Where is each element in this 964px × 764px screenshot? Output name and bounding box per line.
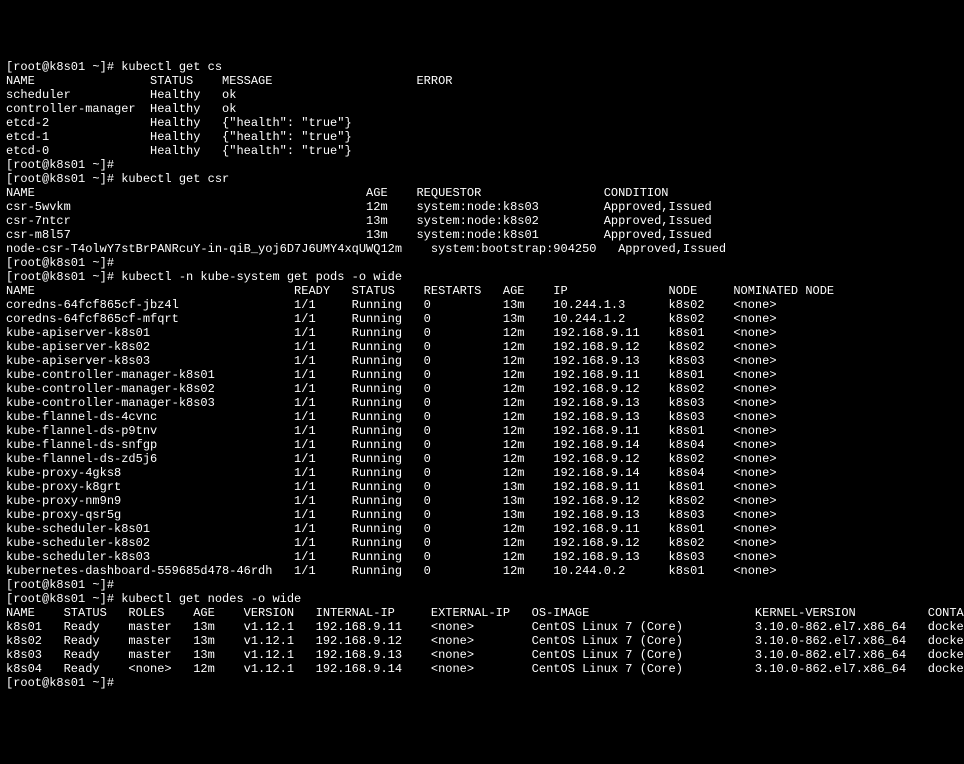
terminal-line: etcd-1 Healthy {"health": "true"} <box>6 130 958 144</box>
terminal-line: kube-apiserver-k8s01 1/1 Running 0 12m 1… <box>6 326 958 340</box>
terminal-line: controller-manager Healthy ok <box>6 102 958 116</box>
terminal-line: scheduler Healthy ok <box>6 88 958 102</box>
terminal-output[interactable]: [root@k8s01 ~]# kubectl get csNAME STATU… <box>6 60 958 690</box>
terminal-line: [root@k8s01 ~]# kubectl get cs <box>6 60 958 74</box>
terminal-line: coredns-64fcf865cf-jbz4l 1/1 Running 0 1… <box>6 298 958 312</box>
terminal-line: NAME STATUS ROLES AGE VERSION INTERNAL-I… <box>6 606 958 620</box>
terminal-line: [root@k8s01 ~]# <box>6 256 958 270</box>
terminal-line: [root@k8s01 ~]# kubectl -n kube-system g… <box>6 270 958 284</box>
terminal-line: kube-scheduler-k8s02 1/1 Running 0 12m 1… <box>6 536 958 550</box>
terminal-line: NAME STATUS MESSAGE ERROR <box>6 74 958 88</box>
terminal-line: kube-controller-manager-k8s02 1/1 Runnin… <box>6 382 958 396</box>
terminal-line: kube-controller-manager-k8s01 1/1 Runnin… <box>6 368 958 382</box>
terminal-line: csr-5wvkm 12m system:node:k8s03 Approved… <box>6 200 958 214</box>
terminal-line: csr-m8l57 13m system:node:k8s01 Approved… <box>6 228 958 242</box>
terminal-line: kube-scheduler-k8s03 1/1 Running 0 12m 1… <box>6 550 958 564</box>
terminal-line: NAME AGE REQUESTOR CONDITION <box>6 186 958 200</box>
terminal-line: [root@k8s01 ~]# <box>6 578 958 592</box>
terminal-line: kube-proxy-nm9n9 1/1 Running 0 13m 192.1… <box>6 494 958 508</box>
terminal-line: k8s03 Ready master 13m v1.12.1 192.168.9… <box>6 648 958 662</box>
terminal-line: kube-flannel-ds-snfgp 1/1 Running 0 12m … <box>6 438 958 452</box>
terminal-line: kubernetes-dashboard-559685d478-46rdh 1/… <box>6 564 958 578</box>
terminal-line: [root@k8s01 ~]# kubectl get csr <box>6 172 958 186</box>
terminal-line: csr-7ntcr 13m system:node:k8s02 Approved… <box>6 214 958 228</box>
terminal-line: k8s04 Ready <none> 12m v1.12.1 192.168.9… <box>6 662 958 676</box>
terminal-line: NAME READY STATUS RESTARTS AGE IP NODE N… <box>6 284 958 298</box>
terminal-line: kube-scheduler-k8s01 1/1 Running 0 12m 1… <box>6 522 958 536</box>
terminal-line: kube-apiserver-k8s03 1/1 Running 0 12m 1… <box>6 354 958 368</box>
terminal-line: k8s01 Ready master 13m v1.12.1 192.168.9… <box>6 620 958 634</box>
terminal-line: kube-flannel-ds-zd5j6 1/1 Running 0 12m … <box>6 452 958 466</box>
terminal-line: kube-flannel-ds-p9tnv 1/1 Running 0 12m … <box>6 424 958 438</box>
terminal-line: [root@k8s01 ~]# kubectl get nodes -o wid… <box>6 592 958 606</box>
terminal-line: kube-apiserver-k8s02 1/1 Running 0 12m 1… <box>6 340 958 354</box>
terminal-line: kube-proxy-4gks8 1/1 Running 0 12m 192.1… <box>6 466 958 480</box>
terminal-line: etcd-0 Healthy {"health": "true"} <box>6 144 958 158</box>
terminal-line: coredns-64fcf865cf-mfqrt 1/1 Running 0 1… <box>6 312 958 326</box>
terminal-line: kube-proxy-qsr5g 1/1 Running 0 13m 192.1… <box>6 508 958 522</box>
terminal-line: node-csr-T4olwY7stBrPANRcuY-in-qiB_yoj6D… <box>6 242 958 256</box>
terminal-line: etcd-2 Healthy {"health": "true"} <box>6 116 958 130</box>
terminal-line: k8s02 Ready master 13m v1.12.1 192.168.9… <box>6 634 958 648</box>
terminal-line: [root@k8s01 ~]# <box>6 676 958 690</box>
terminal-line: kube-controller-manager-k8s03 1/1 Runnin… <box>6 396 958 410</box>
terminal-line: kube-proxy-k8grt 1/1 Running 0 13m 192.1… <box>6 480 958 494</box>
terminal-line: kube-flannel-ds-4cvnc 1/1 Running 0 12m … <box>6 410 958 424</box>
terminal-line: [root@k8s01 ~]# <box>6 158 958 172</box>
